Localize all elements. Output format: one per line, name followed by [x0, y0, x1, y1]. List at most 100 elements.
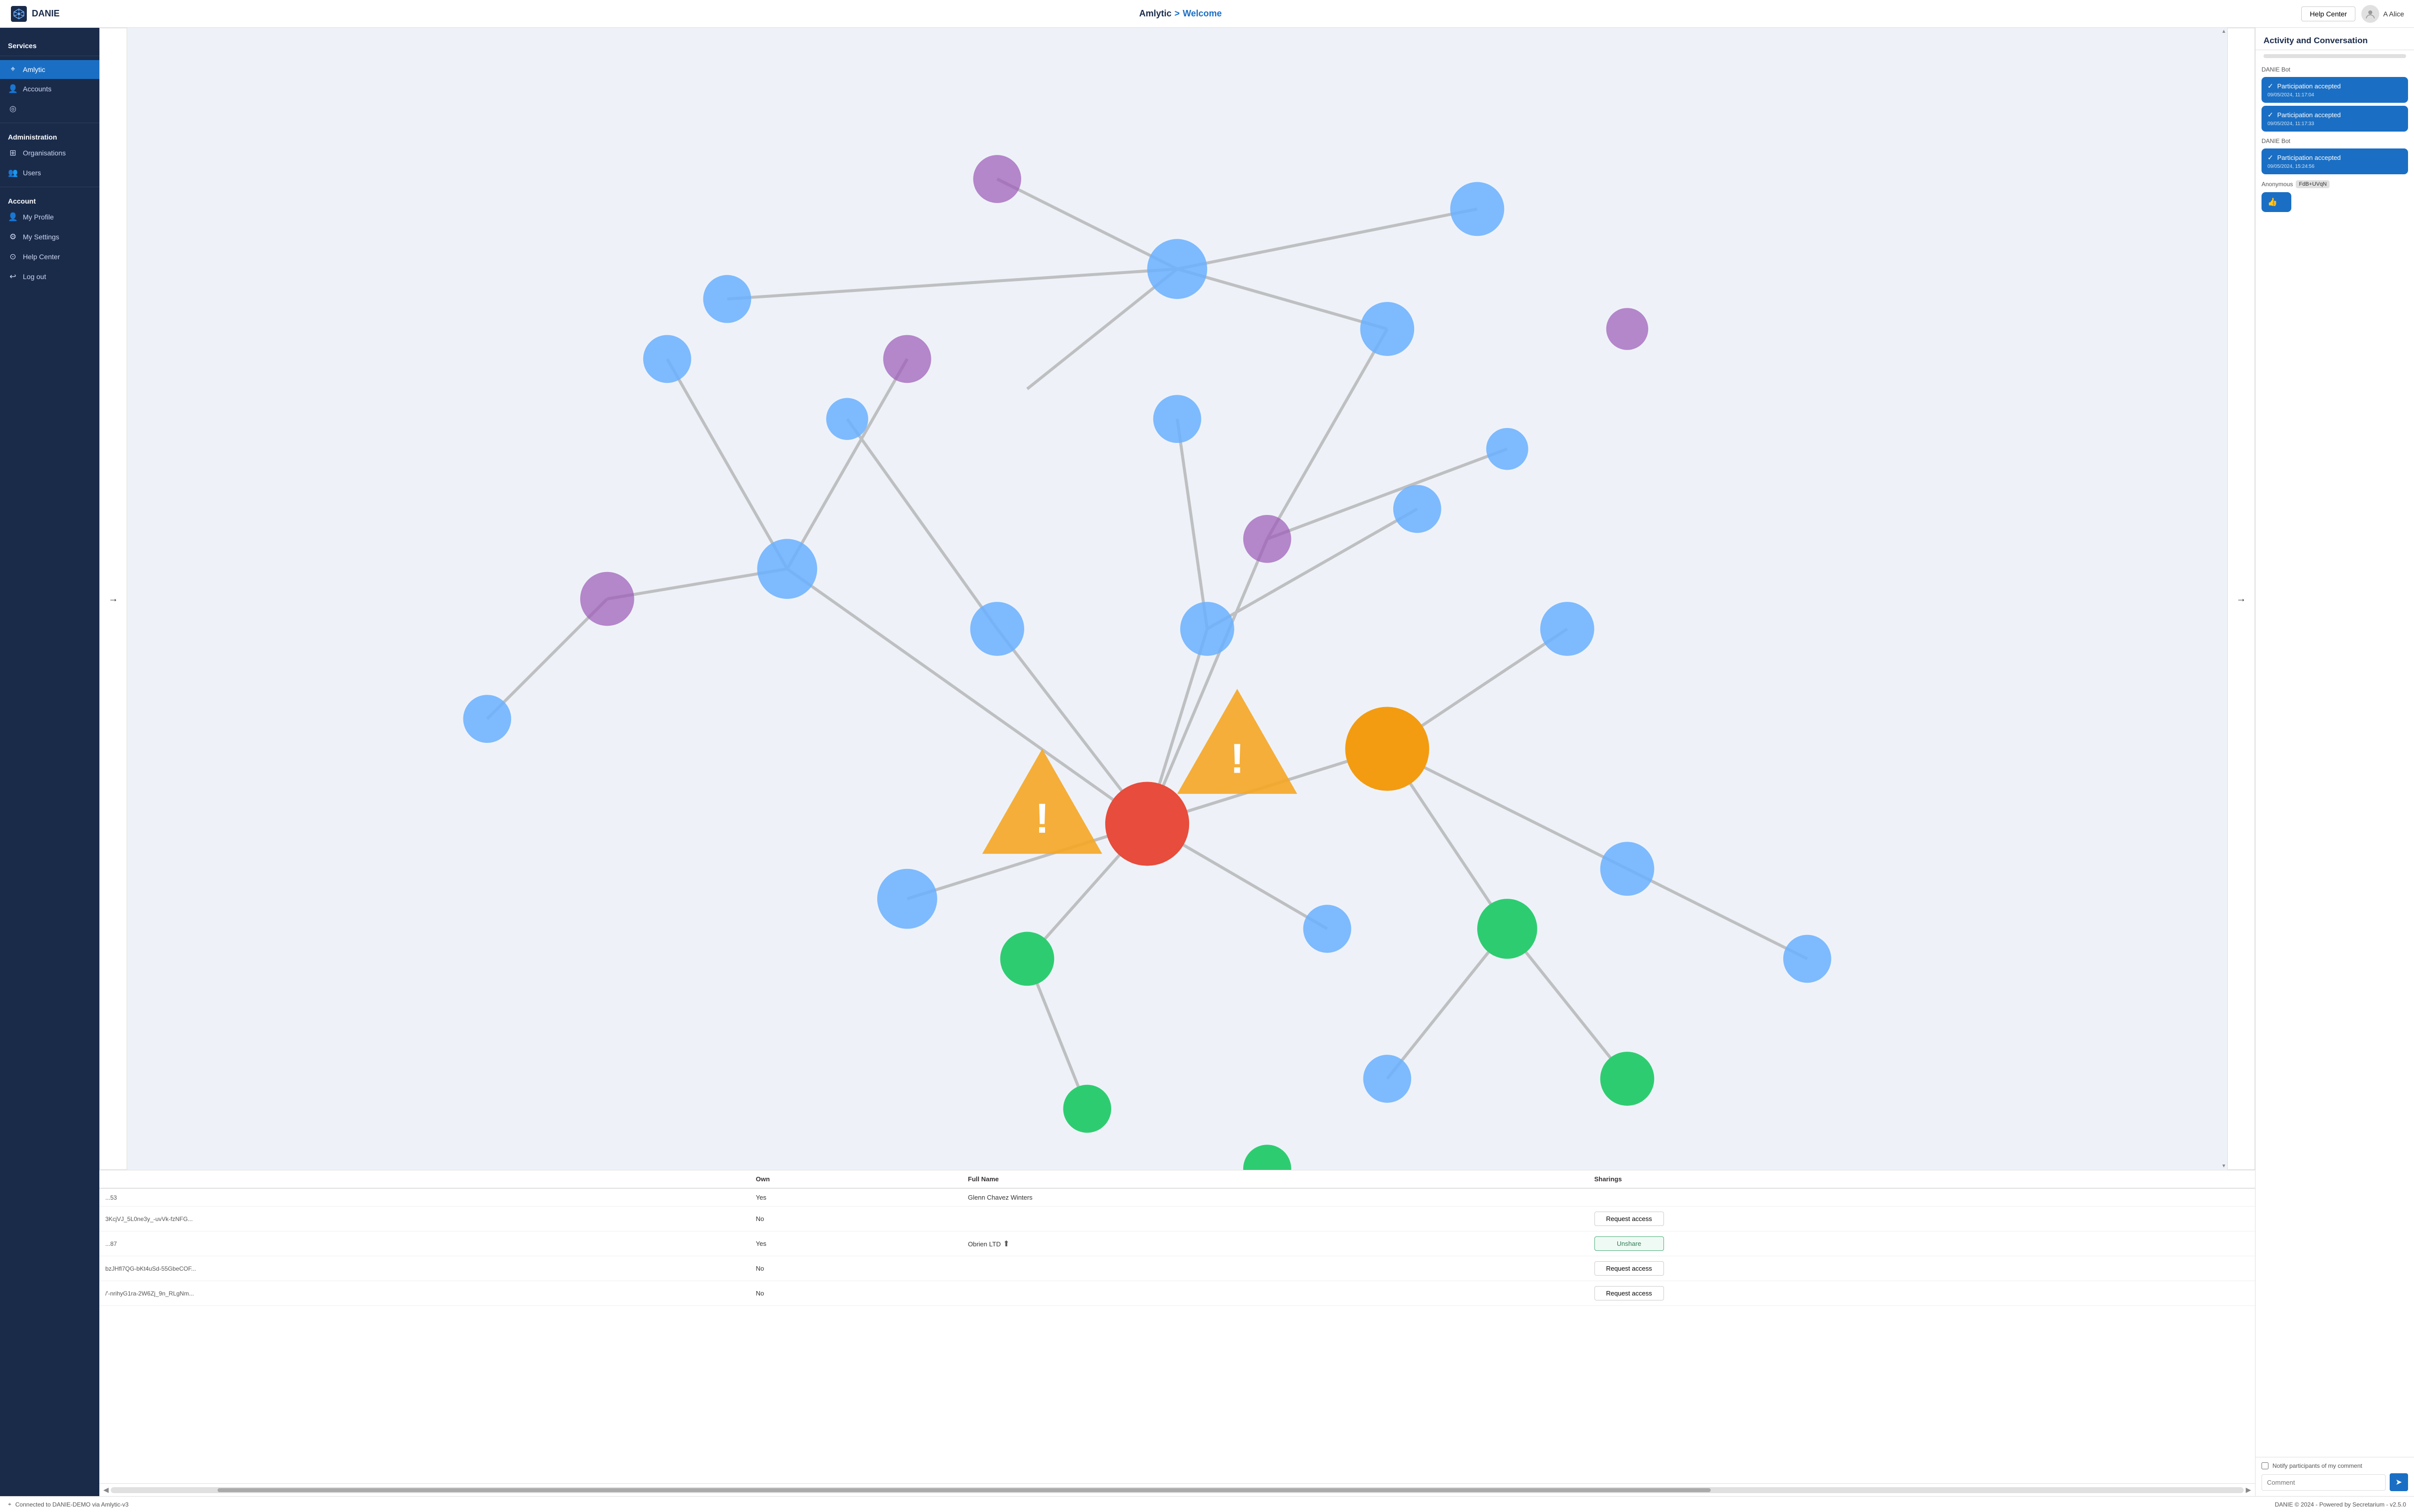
- table-header-row: Own Full Name Sharings: [99, 1170, 2255, 1188]
- request-access-button[interactable]: Request access: [1594, 1261, 1664, 1276]
- notify-label: Notify participants of my comment: [2272, 1462, 2362, 1469]
- sidebar-amlytic-label: Amlytic: [23, 66, 45, 73]
- breadcrumb-current: Amlytic: [1139, 8, 1172, 19]
- top-header: DANIE Amlytic > Welcome Help Center A Al…: [0, 0, 2414, 28]
- share-icon[interactable]: ⬆: [1001, 1240, 1010, 1248]
- cell-fullname: [962, 1281, 1588, 1306]
- col-id: [99, 1170, 750, 1188]
- geo-icon: ◎: [8, 104, 18, 114]
- users-icon: 👥: [8, 168, 18, 178]
- services-section-label: Services: [0, 36, 99, 52]
- activity-header: Activity and Conversation: [2256, 28, 2414, 50]
- cell-own: No: [750, 1281, 962, 1306]
- col-fullname: Full Name: [962, 1170, 1588, 1188]
- breadcrumb: Amlytic > Welcome: [1139, 8, 1222, 19]
- sidebar-item-geo[interactable]: ◎: [0, 99, 99, 119]
- table-row: /'-nrihyG1ra-2W6Zj_9n_RLgNm...No Request …: [99, 1281, 2255, 1306]
- anon-badge: FdB+UVqN: [2296, 180, 2330, 188]
- scroll-track[interactable]: [111, 1487, 2244, 1493]
- graph-nav: → ▲ ▼: [99, 28, 2255, 1170]
- check-icon: ✓: [2267, 82, 2275, 90]
- sender-label: DANIE Bot: [2262, 66, 2408, 73]
- content-split: → ▲ ▼: [99, 28, 2414, 1496]
- connection-label: Connected to DANIE-DEMO via Amlytic-v3: [15, 1501, 129, 1508]
- user-avatar: [2361, 5, 2379, 23]
- activity-bubble: 👍: [2262, 192, 2291, 212]
- copyright-label: DANIE © 2024 - Powered by Secretarium - …: [2275, 1501, 2406, 1508]
- footer: ⌖ Connected to DANIE-DEMO via Amlytic-v3…: [0, 1496, 2414, 1512]
- activity-scroll: DANIE Bot ✓ Participation accepted09/05/2…: [2256, 62, 2414, 1457]
- sidebar-item-users[interactable]: 👥 Users: [0, 163, 99, 183]
- logo-area: DANIE: [10, 5, 60, 23]
- logout-icon: ↩: [8, 272, 18, 282]
- nav-arrow-right[interactable]: →: [2227, 28, 2255, 1170]
- help-icon: ⊙: [8, 252, 18, 262]
- danie-logo-icon: [10, 5, 28, 23]
- my-profile-icon: 👤: [8, 212, 18, 222]
- sidebar-item-organisations[interactable]: ⊞ Organisations: [0, 143, 99, 163]
- cell-own: Yes: [750, 1188, 962, 1207]
- my-settings-icon: ⚙: [8, 232, 18, 242]
- notify-row: Notify participants of my comment: [2262, 1462, 2408, 1469]
- cell-sharing: Request access: [1588, 1207, 2255, 1231]
- sidebar-item-amlytic[interactable]: ⌖ Amlytic: [0, 60, 99, 79]
- connection-icon: ⌖: [8, 1501, 11, 1508]
- request-access-button[interactable]: Request access: [1594, 1212, 1664, 1226]
- account-section-label: Account: [0, 191, 99, 207]
- cell-fullname: Obrien LTD ⬆: [962, 1231, 1588, 1256]
- help-center-button[interactable]: Help Center: [2301, 6, 2355, 21]
- sidebar-item-accounts[interactable]: 👤 Accounts: [0, 79, 99, 99]
- table-row: 3KcjVJ_5L0ne3y_-uvVk-fzNFG...No Request a…: [99, 1207, 2255, 1231]
- cell-id: /'-nrihyG1ra-2W6Zj_9n_RLgNm...: [99, 1281, 750, 1306]
- content-area: → ▲ ▼: [99, 28, 2414, 1496]
- graph-scroll-up[interactable]: ▲: [2221, 29, 2226, 34]
- scroll-arrow-left[interactable]: ◀: [103, 1486, 109, 1494]
- cell-sharing: Unshare: [1588, 1231, 2255, 1256]
- activity-bubble: ✓ Participation accepted09/05/2024, 15:2…: [2262, 148, 2408, 174]
- activity-group: AnonymousFdB+UVqN 👍: [2262, 180, 2408, 212]
- svg-text:!: !: [1035, 794, 1049, 842]
- sidebar-item-my-settings[interactable]: ⚙ My Settings: [0, 227, 99, 247]
- breadcrumb-separator: >: [1175, 8, 1180, 19]
- sidebar-organisations-label: Organisations: [23, 149, 66, 157]
- graph-container: ▲ ▼: [127, 28, 2227, 1170]
- unshare-button[interactable]: Unshare: [1594, 1236, 1664, 1251]
- sender-row: AnonymousFdB+UVqN: [2262, 180, 2408, 188]
- notify-checkbox[interactable]: [2262, 1462, 2268, 1469]
- sidebar-users-label: Users: [23, 169, 41, 177]
- comment-input[interactable]: [2262, 1474, 2386, 1491]
- request-access-button[interactable]: Request access: [1594, 1286, 1664, 1300]
- app-name: DANIE: [32, 8, 60, 19]
- user-area[interactable]: A Alice: [2361, 5, 2404, 23]
- cell-own: Yes: [750, 1231, 962, 1256]
- sidebar-my-profile-label: My Profile: [23, 213, 54, 221]
- cell-own: No: [750, 1207, 962, 1231]
- sidebar-help-label: Help Center: [23, 253, 60, 261]
- activity-bubble: ✓ Participation accepted09/05/2024, 11:1…: [2262, 77, 2408, 103]
- activity-group: DANIE Bot ✓ Participation accepted09/05/2…: [2262, 66, 2408, 132]
- timestamp: 09/05/2024, 11:17:33: [2267, 121, 2402, 127]
- sidebar-item-log-out[interactable]: ↩ Log out: [0, 267, 99, 287]
- comment-input-row: ➤: [2262, 1473, 2408, 1491]
- sidebar-accounts-label: Accounts: [23, 85, 52, 93]
- check-icon: ✓: [2267, 111, 2275, 119]
- table-row: bzJHfl7QG-bKt4uSd-55GbeCOF...NoRequest a…: [99, 1256, 2255, 1281]
- cell-sharing: [1588, 1188, 2255, 1207]
- scroll-arrow-right[interactable]: ▶: [2246, 1486, 2251, 1494]
- cell-id: 3KcjVJ_5L0ne3y_-uvVk-fzNFG...: [99, 1207, 750, 1231]
- cell-fullname: Glenn Chavez Winters: [962, 1188, 1588, 1207]
- cell-sharing: Request access: [1588, 1281, 2255, 1306]
- accounts-table: Own Full Name Sharings ...53YesGlenn Cha…: [99, 1170, 2255, 1306]
- sender-label: DANIE Bot: [2262, 138, 2408, 144]
- sidebar: Services ⌖ Amlytic 👤 Accounts ◎ Administ…: [0, 28, 99, 1496]
- col-own: Own: [750, 1170, 962, 1188]
- sender-label: Anonymous: [2262, 181, 2293, 188]
- sidebar-item-my-profile[interactable]: 👤 My Profile: [0, 207, 99, 227]
- table-scrollbar-row: ◀ ▶: [99, 1483, 2255, 1496]
- send-button[interactable]: ➤: [2390, 1473, 2408, 1491]
- graph-scroll-down[interactable]: ▼: [2221, 1163, 2226, 1169]
- network-graph: ! !: [127, 28, 2227, 1170]
- sidebar-item-help-center[interactable]: ⊙ Help Center: [0, 247, 99, 267]
- comment-area: Notify participants of my comment ➤: [2256, 1457, 2414, 1496]
- nav-arrow-left[interactable]: →: [99, 28, 127, 1170]
